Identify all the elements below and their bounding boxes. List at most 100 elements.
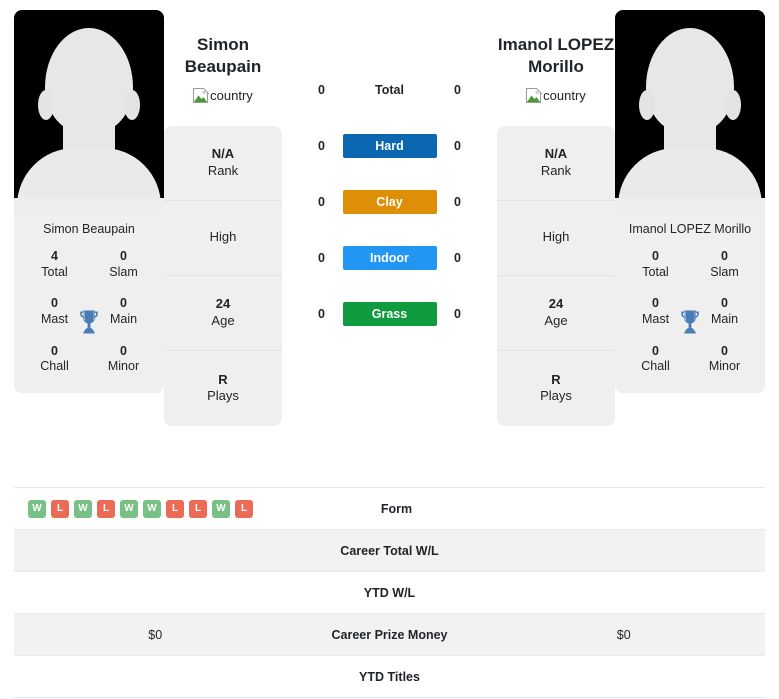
titles-label: Slam: [109, 264, 138, 279]
form-badge-l: L: [235, 499, 253, 518]
titles-label: Chall: [40, 359, 69, 374]
titles-value: 0: [120, 343, 127, 358]
h2h-left-value: 0: [318, 251, 325, 265]
left-player-info-card: N/A Rank High 24 Age R Plays: [164, 125, 282, 426]
titles-cell: 0 Chall: [621, 344, 690, 375]
h2h-row-grass: 0 Grass 0: [282, 286, 497, 342]
h2h-left-value: 0: [318, 307, 325, 321]
info-row-rank: N/A Rank: [164, 126, 282, 201]
form-badge-w: W: [74, 499, 92, 518]
info-row-age: 24 Age: [497, 276, 615, 351]
form-badge-w: W: [143, 499, 161, 518]
left-player-card: Simon Beaupain 4 Total 0 Slam 0 Mast 0 M…: [14, 10, 164, 393]
left-player-name: Simon Beaupain: [185, 10, 262, 78]
right-player-photo-caption: Imanol LOPEZ Morillo: [628, 222, 752, 236]
stat-row-career-total-wl: Career Total W/L: [14, 530, 765, 572]
surface-badge-clay[interactable]: Clay: [342, 190, 437, 214]
h2h-row-total: 0 Total 0: [282, 62, 497, 118]
titles-value: 0: [120, 249, 127, 263]
right-player-country-alt: country: [543, 88, 586, 103]
photo-floor: [14, 198, 164, 210]
info-value: N/A: [211, 146, 235, 162]
info-label: High: [209, 229, 237, 245]
photo-floor: [615, 198, 765, 210]
titles-cell: 0 Minor: [690, 344, 759, 375]
stat-label: YTD W/L: [363, 585, 416, 600]
trophy-icon: [77, 308, 101, 334]
surface-badge-grass[interactable]: Grass: [342, 302, 437, 326]
titles-cell: 4 Total: [20, 249, 89, 280]
avatar-ear-left-icon: [639, 90, 655, 120]
comparison-header: Simon Beaupain 4 Total 0 Slam 0 Mast 0 M…: [0, 0, 779, 426]
h2h-row-clay: 0 Clay 0: [282, 174, 497, 230]
info-row-rank: N/A Rank: [497, 126, 615, 201]
titles-value: 4: [51, 249, 58, 263]
h2h-label-wrap: Hard: [342, 134, 437, 158]
right-player-name-line2: Morillo: [528, 56, 584, 76]
info-label: Rank: [540, 162, 572, 178]
left-player-name-line2: Beaupain: [184, 56, 262, 76]
info-value: 24: [215, 296, 231, 312]
stat-row-ytd-wl: YTD W/L: [14, 572, 765, 614]
h2h-right-value: 0: [454, 307, 461, 321]
titles-cell: 0 Minor: [89, 344, 158, 375]
titles-label: Total: [41, 264, 68, 279]
titles-value: 0: [652, 343, 659, 358]
info-row-age: 24 Age: [164, 276, 282, 351]
right-player-name-line1: Imanol LOPEZ: [497, 35, 615, 54]
stat-row-career-prize-money: $0 Career Prize Money $0: [14, 614, 765, 656]
right-player-name: Imanol LOPEZ Morillo: [498, 10, 614, 78]
titles-label: Minor: [708, 359, 741, 374]
h2h-label-wrap: Indoor: [342, 246, 437, 270]
titles-label: Total: [642, 264, 669, 279]
info-value: 24: [548, 296, 564, 312]
h2h-label-wrap: Grass: [342, 302, 437, 326]
avatar-ear-right-icon: [124, 90, 140, 120]
titles-cell: 0 Slam: [690, 249, 759, 280]
info-label: Age: [544, 312, 568, 328]
left-player-photo: [14, 10, 164, 210]
stat-right-cell: $0: [616, 627, 631, 642]
info-label: Age: [211, 312, 235, 328]
h2h-label-wrap: Clay: [342, 190, 437, 214]
form-badge-l: L: [166, 499, 184, 518]
info-label: Plays: [540, 388, 572, 403]
right-player-country: country: [526, 87, 586, 104]
right-player-identity: Imanol LOPEZ Morillo country N/A Rank Hi…: [497, 10, 615, 426]
h2h-right-value: 0: [454, 83, 461, 97]
form-badges-left: WLWLWWLLWL: [28, 499, 253, 518]
form-badge-l: L: [51, 499, 69, 518]
h2h-label-wrap: Total: [343, 83, 437, 97]
avatar-ear-right-icon: [725, 90, 741, 120]
titles-value: 0: [652, 249, 659, 263]
left-player-country-alt: country: [210, 88, 253, 103]
h2h-left-value: 0: [318, 83, 325, 97]
surface-badge-hard[interactable]: Hard: [342, 134, 437, 158]
titles-label: Chall: [641, 359, 670, 374]
info-value: R: [551, 371, 561, 387]
stat-label: Career Prize Money: [331, 627, 448, 642]
career-stats-table: WLWLWWLLWL Form Career Total W/L YTD W/L…: [14, 487, 765, 698]
form-badge-l: L: [189, 499, 207, 518]
left-player-identity: Simon Beaupain country N/A Rank High 24 …: [164, 10, 282, 426]
player-comparison-page: Simon Beaupain 4 Total 0 Slam 0 Mast 0 M…: [0, 0, 779, 699]
h2h-right-value: 0: [454, 251, 461, 265]
trophy-icon: [678, 308, 702, 334]
right-player-info-card: N/A Rank High 24 Age R Plays: [497, 125, 615, 426]
stat-label: Form: [380, 501, 413, 516]
h2h-row-hard: 0 Hard 0: [282, 118, 497, 174]
h2h-left-value: 0: [318, 195, 325, 209]
left-player-name-line1: Simon: [197, 35, 249, 54]
info-label: Plays: [207, 388, 239, 403]
left-player-titles-grid: 4 Total 0 Slam 0 Mast 0 Main 0 Chall 0 M…: [14, 247, 164, 393]
form-badge-w: W: [212, 499, 230, 518]
titles-value: 0: [51, 343, 58, 358]
stat-row-form: WLWLWWLLWL Form: [14, 488, 765, 530]
stat-left-cell: $0: [148, 627, 163, 642]
right-player-photo: [615, 10, 765, 210]
h2h-right-value: 0: [454, 139, 461, 153]
titles-value: 0: [721, 343, 728, 358]
surface-badge-indoor[interactable]: Indoor: [342, 246, 437, 270]
broken-image-icon: [526, 87, 543, 104]
stat-label: YTD Titles: [359, 669, 420, 684]
